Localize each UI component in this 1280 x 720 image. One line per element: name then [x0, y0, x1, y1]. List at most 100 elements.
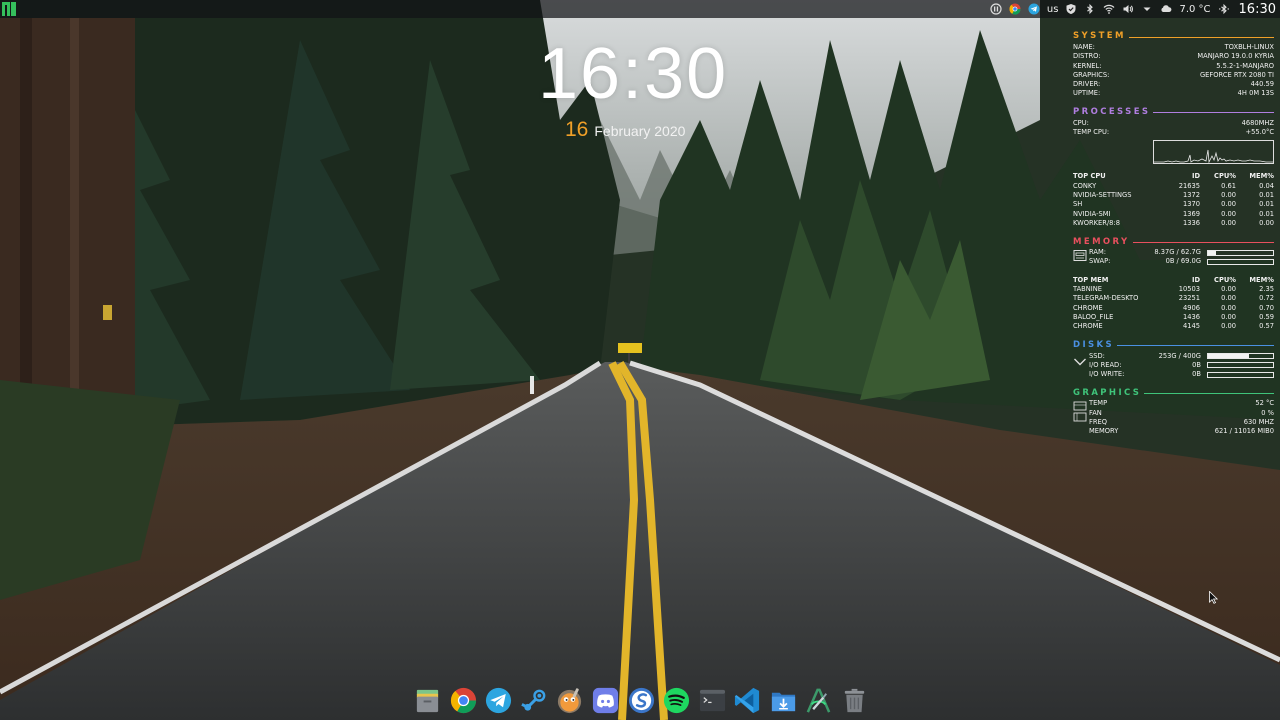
shield-icon[interactable]: [1065, 3, 1077, 15]
processes-section-header: PROCESSES: [1073, 107, 1274, 118]
ssd-row: SSD: 253G / 400G: [1089, 352, 1274, 361]
dock-item-steam[interactable]: [519, 685, 550, 716]
downloads-icon: [771, 692, 795, 711]
top-cpu-table: CONKY 21635 0.61 0.04 NVIDIA-SETTINGS 1372 0.0…: [1073, 182, 1274, 228]
volume-icon[interactable]: [1122, 3, 1134, 15]
spotify-icon: [664, 687, 690, 713]
col-header-cpu: CPU%: [1214, 275, 1236, 284]
ram-usage-bar: [1207, 249, 1274, 256]
panel-clock[interactable]: 16:30: [1239, 2, 1276, 17]
io-read-value: 0B: [1192, 360, 1201, 369]
trash-icon: [844, 688, 865, 712]
chrome-tray-icon[interactable]: [1009, 3, 1021, 15]
vscode-icon: [735, 687, 760, 713]
cpu-usage-graph: [1153, 140, 1274, 165]
dock-item-downloads[interactable]: [768, 685, 799, 716]
table-row: NVIDIA-SMI 1369 0.00 0.01: [1073, 210, 1274, 219]
dock-item-android-studio[interactable]: [803, 685, 834, 716]
section-divider: [1128, 36, 1274, 38]
col-header-id: ID: [1191, 172, 1200, 181]
col-header-cpu: CPU%: [1214, 172, 1236, 181]
gpu-info-value: 52 °C: [1255, 399, 1274, 408]
dock-item-trash[interactable]: [839, 685, 870, 716]
table-row: NVIDIA-SETTINGS 1372 0.00 0.01: [1073, 191, 1274, 200]
process-info-label: CPU:: [1073, 118, 1089, 127]
gpu-info-list: TEMP 52 °C FAN 0 % FREQ 630 MHZ MEMORY 621 / 11…: [1089, 399, 1274, 436]
col-header-name: TOP MEM: [1073, 275, 1109, 284]
gpu-info-value: 0 %: [1261, 408, 1274, 417]
swap-value: 0B / 69.0G: [1165, 257, 1201, 266]
dock-item-spotify[interactable]: [661, 685, 692, 716]
process-cpu: 0.00: [1221, 218, 1236, 227]
system-info-row: GRAPHICS: GEFORCE RTX 2080 TI: [1073, 71, 1274, 80]
dock-item-gimp[interactable]: [554, 685, 585, 716]
process-cpu: 0.61: [1221, 181, 1236, 190]
system-info-label: NAME:: [1073, 43, 1095, 51]
process-id: 1336: [1182, 218, 1200, 227]
system-info-row: KERNEL: 5.5.2-1-MANJARO: [1073, 62, 1274, 71]
gpu-info-row: FREQ 630 MHZ: [1089, 418, 1274, 427]
telegram-tray-icon[interactable]: [1028, 3, 1040, 15]
top-mem-table-header: TOP MEM ID CPU% MEM%: [1073, 276, 1274, 285]
dock-item-vscode[interactable]: [732, 685, 763, 716]
weather-cloud-icon[interactable]: [1160, 3, 1172, 15]
table-row: CONKY 21635 0.61 0.04: [1073, 182, 1274, 191]
expand-tray-icon[interactable]: [1141, 3, 1153, 15]
top-cpu-table-header: TOP CPU ID CPU% MEM%: [1073, 172, 1274, 181]
memory-usage: RAM: 8.37G / 62.7G SWAP: 0B / 69.0G: [1073, 248, 1274, 267]
terminal-icon: [699, 689, 725, 711]
gpu-info-row: MEMORY 621 / 11016 MIB0: [1089, 427, 1274, 436]
processes-info-list: CPU: 4680MHZ TEMP CPU: +55.0°C: [1073, 119, 1274, 138]
process-id: 10503: [1178, 285, 1200, 294]
gpu-info-value: 630 MHZ: [1243, 418, 1274, 427]
disk-chevron-icon: [1073, 352, 1089, 380]
dock-item-files[interactable]: [412, 685, 443, 716]
col-header-id: ID: [1191, 275, 1200, 284]
process-info-row: CPU: 4680MHZ: [1073, 119, 1274, 128]
system-info-label: UPTIME:: [1073, 89, 1101, 98]
system-info-label: KERNEL:: [1073, 61, 1102, 70]
system-section-header: SYSTEM: [1073, 32, 1274, 42]
keyboard-layout-indicator[interactable]: us: [1047, 4, 1059, 15]
io-read-label: I/O READ:: [1089, 360, 1122, 369]
ssd-label: SSD:: [1089, 351, 1105, 360]
ssd-value: 253G / 400G: [1158, 351, 1201, 360]
desktop-clock-time: 16:30: [538, 34, 729, 114]
graphics-section-title: GRAPHICS: [1073, 387, 1142, 398]
dock: [400, 680, 882, 720]
col-header-name: TOP CPU: [1073, 172, 1106, 181]
weather-temperature[interactable]: 7.0 °C: [1179, 4, 1210, 15]
process-name: TABNINE: [1073, 285, 1102, 294]
bluetooth-secondary-icon[interactable]: [1218, 3, 1230, 15]
process-name: KWORKER/8:8: [1073, 218, 1120, 227]
mouse-cursor-icon: [1209, 591, 1218, 604]
swap-label: SWAP:: [1089, 257, 1111, 266]
process-name: NVIDIA-SETTINGS: [1073, 190, 1132, 199]
dock-item-terminal[interactable]: [697, 685, 728, 716]
dock-item-telegram[interactable]: [483, 685, 514, 716]
process-cpu: 0.00: [1221, 303, 1236, 312]
gpu-info: TEMP 52 °C FAN 0 % FREQ 630 MHZ MEMORY 621 / 11…: [1073, 399, 1274, 436]
dock-item-discord[interactable]: [590, 685, 621, 716]
application-launcher[interactable]: [0, 0, 18, 18]
process-name: CONKY: [1073, 181, 1097, 190]
process-cpu: 0.00: [1221, 322, 1236, 331]
process-cpu: 0.00: [1221, 200, 1236, 209]
io-read-bar: [1207, 362, 1274, 369]
chrome-icon: [450, 687, 476, 713]
process-mem: 0.00: [1259, 218, 1274, 227]
table-row: SH 1370 0.00 0.01: [1073, 200, 1274, 209]
process-mem: 0.01: [1259, 190, 1274, 199]
process-info-value: +55.0°C: [1245, 128, 1274, 137]
wifi-icon[interactable]: [1103, 3, 1115, 15]
swap-usage-bar: [1207, 259, 1274, 266]
dock-item-simplenote[interactable]: [626, 685, 657, 716]
table-row: KWORKER/8:8 1336 0.00 0.00: [1073, 219, 1274, 228]
media-pause-icon[interactable]: [990, 3, 1002, 15]
process-id: 1436: [1182, 312, 1200, 321]
bluetooth-icon[interactable]: [1084, 3, 1096, 15]
dock-item-chrome[interactable]: [448, 685, 479, 716]
process-id: 23251: [1178, 294, 1200, 303]
ram-value: 8.37G / 62.7G: [1154, 248, 1201, 257]
desktop-clock-date: 16 February 2020: [565, 118, 685, 142]
